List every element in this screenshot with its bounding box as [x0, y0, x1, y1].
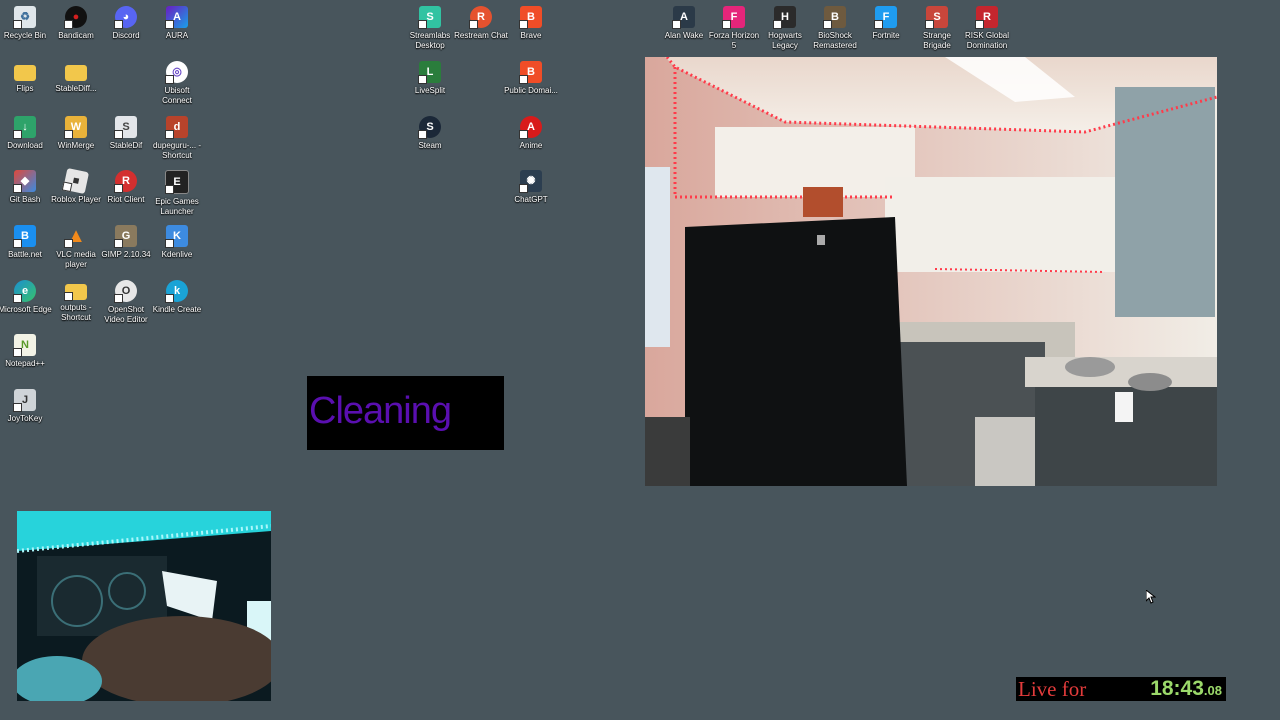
streamlabs-icon: S: [418, 6, 441, 29]
folder-icon: [14, 65, 36, 81]
desktop-icon-riot-client[interactable]: R Riot Client: [99, 170, 153, 205]
mouse-cursor-icon: [1145, 588, 1157, 609]
winmerge-icon: W: [64, 116, 87, 139]
gimp-icon: G: [114, 225, 137, 248]
desktop-icon-bioshock[interactable]: B BioShock Remastered: [808, 6, 862, 51]
desktop-icon-livesplit[interactable]: L LiveSplit: [403, 61, 457, 96]
live-timer-overlay: Live for 18:43.08: [1016, 677, 1226, 701]
desktop-icon-gimp[interactable]: G GIMP 2.10.34: [99, 225, 153, 260]
desktop-icon-vlc[interactable]: ▲ VLC media player: [49, 225, 103, 270]
desktop-icon-flips[interactable]: Flips: [0, 61, 52, 94]
desktop-icon-fortnite[interactable]: F Fortnite: [859, 6, 913, 41]
riot-icon: R: [114, 170, 137, 193]
download-icon: ↓: [13, 116, 36, 139]
brave-icon: B: [519, 61, 542, 84]
kindle-create-icon: k: [165, 280, 188, 303]
chatgpt-icon: ✺: [519, 170, 542, 193]
desktop-icon-notepad-plus-plus[interactable]: N Notepad++: [0, 334, 52, 369]
desktop-icon-restream-chat[interactable]: R Restream Chat: [454, 6, 508, 41]
steam-icon: S: [418, 116, 441, 139]
aura-icon: A: [165, 6, 188, 29]
desktop-icon-kdenlive[interactable]: K Kdenlive: [150, 225, 204, 260]
desktop-icon-openshot[interactable]: O OpenShot Video Editor: [99, 280, 153, 325]
desktop-icon-forza-horizon-5[interactable]: F Forza Horizon 5: [707, 6, 761, 51]
desktop-icon-roblox-player[interactable]: ■ Roblox Player: [49, 167, 103, 205]
notepad-plus-plus-icon: N: [13, 334, 36, 357]
desktop-icon-steam[interactable]: S Steam: [403, 116, 457, 151]
joytokey-icon: J: [13, 389, 36, 412]
hogwarts-icon: H: [773, 6, 796, 29]
battle-net-icon: B: [13, 225, 36, 248]
desktop-icon-microsoft-edge[interactable]: e Microsoft Edge: [0, 280, 52, 315]
desktop-icon-kindle-create[interactable]: k Kindle Create: [150, 280, 204, 315]
anime-icon: A: [519, 116, 542, 139]
brave-icon: B: [519, 6, 542, 29]
kitchen-scene-image: [645, 57, 1217, 486]
restream-icon: R: [469, 6, 492, 29]
folder-icon: [65, 65, 87, 81]
desktop-icon-brave[interactable]: B Brave: [504, 6, 558, 41]
desktop-icon-chatgpt[interactable]: ✺ ChatGPT: [504, 170, 558, 205]
desktop-icon-outputs-shortcut[interactable]: outputs - Shortcut: [49, 280, 103, 323]
desktop-icon-strange-brigade[interactable]: S Strange Brigade: [910, 6, 964, 51]
dupeguru-icon: d: [165, 116, 188, 139]
desktop-icon-ubisoft-connect[interactable]: ◎ Ubisoft Connect: [150, 61, 204, 106]
git-bash-icon: ◆: [13, 170, 36, 193]
desktop-icon-discord[interactable]: ◕ Discord: [99, 6, 153, 41]
desktop-icon-alan-wake[interactable]: A Alan Wake: [657, 6, 711, 41]
desktop-icon-winmerge[interactable]: W WinMerge: [49, 116, 103, 151]
desktop-icon-aura[interactable]: A AURA: [150, 6, 204, 41]
room-scene-image: [17, 511, 271, 701]
desktop-icon-public-domain[interactable]: B Public Domai...: [504, 61, 558, 96]
cleaning-text: Cleaning: [309, 390, 452, 432]
live-time-fraction: .08: [1203, 683, 1222, 698]
vlc-icon: ▲: [64, 225, 86, 248]
desktop-icon-streamlabs[interactable]: S Streamlabs Desktop: [403, 6, 457, 51]
strange-brigade-icon: S: [925, 6, 948, 29]
cleaning-overlay: Cleaning: [307, 376, 504, 450]
live-time-main: 18:43: [1150, 677, 1204, 700]
bioshock-icon: B: [823, 6, 846, 29]
desktop-icon-battle-net[interactable]: B Battle.net: [0, 225, 52, 260]
epic-games-icon: E: [165, 170, 189, 194]
desktop-icon-hogwarts-legacy[interactable]: H Hogwarts Legacy: [758, 6, 812, 51]
livesplit-icon: L: [418, 61, 441, 84]
risk-icon: R: [975, 6, 998, 29]
desktop-icon-epic-games[interactable]: E Epic Games Launcher: [150, 170, 204, 217]
desktop-icon-joytokey[interactable]: J JoyToKey: [0, 389, 52, 424]
ubisoft-icon: ◎: [165, 61, 188, 84]
desktop-icon-bandicam[interactable]: ● Bandicam: [49, 6, 103, 41]
edge-icon: e: [13, 280, 36, 303]
stabledif-icon: S: [114, 116, 137, 139]
openshot-icon: O: [114, 280, 137, 303]
forza-icon: F: [722, 6, 745, 29]
bandicam-icon: ●: [64, 6, 87, 29]
desktop-icon-dupeguru[interactable]: d dupeguru-... - Shortcut: [150, 116, 204, 161]
alan-wake-icon: A: [672, 6, 695, 29]
kitchen-webcam-feed: [645, 57, 1217, 486]
desktop-icon-git-bash[interactable]: ◆ Git Bash: [0, 170, 52, 205]
desktop-icon-anime[interactable]: A Anime: [504, 116, 558, 151]
desktop-icon-stablediff-folder[interactable]: StableDiff...: [49, 61, 103, 94]
discord-icon: ◕: [114, 6, 137, 29]
desktop-icon-recycle-bin[interactable]: ♻ Recycle Bin: [0, 6, 52, 41]
recycle-bin-icon: ♻: [13, 6, 36, 29]
folder-icon: [64, 284, 87, 301]
fortnite-icon: F: [874, 6, 897, 29]
roblox-icon: ■: [62, 167, 90, 195]
kdenlive-icon: K: [165, 225, 188, 248]
live-time: 18:43.08: [1150, 677, 1222, 703]
live-label: Live for: [1018, 677, 1087, 701]
desktop-icon-download[interactable]: ↓ Download: [0, 116, 52, 151]
desktop-icon-stabledif[interactable]: S StableDif: [99, 116, 153, 151]
desktop-icon-risk[interactable]: R RISK Global Domination: [960, 6, 1014, 51]
room-webcam-feed: [17, 511, 271, 701]
